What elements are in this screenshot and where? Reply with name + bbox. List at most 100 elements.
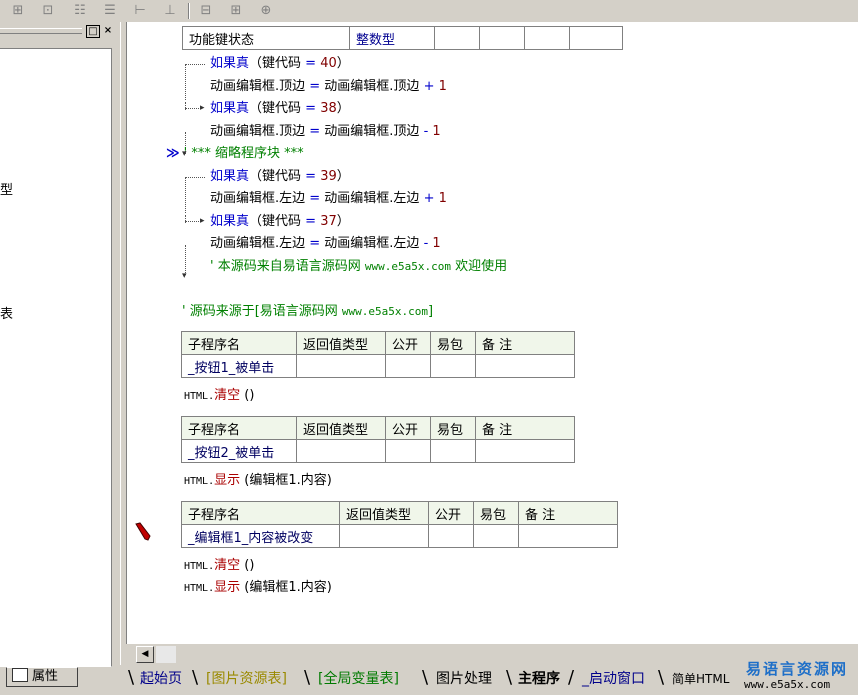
subroutine-table: 子程序名 返回值类型 公开 易包 备 注 _编辑框1_内容被改变 bbox=[181, 501, 618, 548]
package-cell[interactable] bbox=[473, 524, 519, 548]
properties-icon bbox=[12, 668, 28, 682]
tab-image-processing[interactable]: 图片处理 bbox=[436, 668, 492, 690]
code-line[interactable]: HTML.清空 () bbox=[184, 388, 254, 405]
flow-arrow-icon: ▸ bbox=[200, 216, 205, 226]
public-cell[interactable] bbox=[385, 439, 431, 463]
code-line[interactable]: 如果真（键代码 = 40） bbox=[210, 56, 350, 72]
arrow-left-icon: ◀ bbox=[141, 649, 149, 659]
flow-line bbox=[185, 177, 186, 213]
layout-toolbar: ⊞ ⊡ ☷ ☰ ⊢ ⊥ ⊟ ⊞ ⊕ bbox=[0, 0, 858, 23]
tab-start-page[interactable]: 起始页 bbox=[140, 668, 182, 690]
tab-startup-window[interactable]: _启动窗口 bbox=[582, 668, 645, 690]
flow-line bbox=[185, 64, 205, 65]
center-both-icon[interactable]: ⊕ bbox=[256, 2, 276, 20]
tab-separator: / bbox=[568, 667, 575, 688]
sub-name-cell[interactable]: _编辑框1_内容被改变 bbox=[181, 524, 340, 548]
code-line[interactable]: HTML.清空 () bbox=[184, 558, 254, 575]
scroll-left-button[interactable]: ◀ bbox=[136, 646, 154, 663]
restore-icon: □ bbox=[88, 26, 98, 37]
remark-cell[interactable] bbox=[518, 524, 618, 548]
header-public: 公开 bbox=[385, 331, 431, 355]
align-left-icon[interactable]: ⊞ bbox=[8, 2, 28, 20]
code-line[interactable]: HTML.显示 (编辑框1.内容) bbox=[184, 580, 332, 597]
scroll-track[interactable] bbox=[156, 646, 176, 663]
flow-line bbox=[185, 108, 201, 109]
close-icon: × bbox=[103, 25, 113, 36]
variable-cell[interactable] bbox=[434, 26, 480, 50]
collapsed-marker-icon[interactable]: ≫ bbox=[166, 146, 180, 161]
toolbar-separator bbox=[188, 3, 190, 19]
comment-line[interactable]: ' 本源码来自易语言源码网 www.e5a5x.com 欢迎使用 bbox=[210, 259, 507, 275]
code-line[interactable]: 如果真（键代码 = 38） bbox=[210, 101, 350, 117]
panel-tree[interactable]: 型 表 bbox=[0, 48, 112, 667]
code-line[interactable]: 如果真（键代码 = 37） bbox=[210, 214, 350, 230]
variable-table: 功能键状态 整数型 bbox=[182, 26, 623, 50]
tab-separator: \ bbox=[128, 667, 135, 688]
flow-line bbox=[185, 215, 186, 223]
code-line[interactable]: 如果真（键代码 = 39） bbox=[210, 169, 350, 185]
code-line[interactable]: 动画编辑框.顶边 = 动画编辑框.顶边 + 1 bbox=[210, 79, 447, 95]
code-line[interactable]: 动画编辑框.左边 = 动画编辑框.左边 - 1 bbox=[210, 236, 441, 252]
return-type-cell[interactable] bbox=[339, 524, 429, 548]
align-center-icon[interactable]: ☷ bbox=[70, 2, 90, 20]
panel-grip[interactable] bbox=[0, 28, 82, 34]
pencil-icon bbox=[135, 522, 151, 541]
header-package: 易包 bbox=[430, 331, 476, 355]
tab-main-program[interactable]: 主程序 bbox=[518, 668, 560, 690]
sub-name-cell[interactable]: _按钮2_被单击 bbox=[181, 439, 297, 463]
package-cell[interactable] bbox=[430, 439, 476, 463]
tab-separator: \ bbox=[422, 667, 429, 688]
tab-global-variables[interactable]: [全局变量表] bbox=[318, 668, 399, 690]
comment-line[interactable]: ' 源码来源于[易语言源码网 www.e5a5x.com] bbox=[182, 304, 433, 320]
header-remark: 备 注 bbox=[475, 416, 575, 440]
properties-tab[interactable]: 属性 bbox=[6, 667, 78, 687]
tab-image-resources[interactable]: [图片资源表] bbox=[206, 668, 287, 690]
flow-line bbox=[185, 221, 201, 222]
align-right-icon[interactable]: ☰ bbox=[100, 2, 120, 20]
equal-width-icon[interactable]: ⊢ bbox=[130, 2, 150, 20]
panel-close-button[interactable]: × bbox=[102, 25, 114, 36]
tree-item-fragment[interactable]: 表 bbox=[0, 303, 13, 322]
panel-restore-button[interactable]: □ bbox=[86, 25, 100, 38]
tree-item-fragment[interactable]: 型 bbox=[0, 179, 13, 198]
variable-type[interactable]: 整数型 bbox=[349, 26, 435, 50]
equal-height-icon[interactable]: ⊥ bbox=[160, 2, 180, 20]
code-line[interactable]: 动画编辑框.左边 = 动画编辑框.左边 + 1 bbox=[210, 191, 447, 207]
header-remark: 备 注 bbox=[518, 501, 618, 525]
align-top-icon[interactable]: ⊡ bbox=[38, 2, 58, 20]
tab-separator: \ bbox=[192, 667, 199, 688]
remark-cell[interactable] bbox=[475, 439, 575, 463]
header-return-type: 返回值类型 bbox=[296, 331, 386, 355]
header-sub-name: 子程序名 bbox=[181, 416, 297, 440]
sub-name-cell[interactable]: _按钮1_被单击 bbox=[181, 354, 297, 378]
public-cell[interactable] bbox=[385, 354, 431, 378]
header-return-type: 返回值类型 bbox=[296, 416, 386, 440]
collapsed-block-line[interactable]: ≫ ' *** 缩略程序块 *** bbox=[166, 146, 304, 162]
flow-arrow-icon: ▸ bbox=[200, 103, 205, 113]
header-public: 公开 bbox=[385, 416, 431, 440]
variable-cell[interactable] bbox=[569, 26, 623, 50]
center-h-icon[interactable]: ⊟ bbox=[196, 2, 216, 20]
variable-cell[interactable] bbox=[479, 26, 525, 50]
flow-line bbox=[185, 102, 186, 110]
remark-cell[interactable] bbox=[475, 354, 575, 378]
code-area[interactable]: 功能键状态 整数型 ▸ ▾ ▸ ▾ 如果真（键代码 = 40） 动画编辑框.顶边… bbox=[134, 22, 858, 644]
public-cell[interactable] bbox=[428, 524, 474, 548]
subroutine-table: 子程序名 返回值类型 公开 易包 备 注 _按钮2_被单击 bbox=[181, 416, 575, 463]
variable-cell[interactable] bbox=[524, 26, 570, 50]
code-line[interactable]: HTML.显示 (编辑框1.内容) bbox=[184, 473, 332, 490]
return-type-cell[interactable] bbox=[296, 439, 386, 463]
tab-separator: \ bbox=[304, 667, 311, 688]
watermark-title: 易语言资源网 bbox=[746, 660, 849, 678]
center-v-icon[interactable]: ⊞ bbox=[226, 2, 246, 20]
header-sub-name: 子程序名 bbox=[181, 501, 340, 525]
package-cell[interactable] bbox=[430, 354, 476, 378]
left-panel: □ × 型 表 bbox=[0, 22, 120, 667]
variable-name[interactable]: 功能键状态 bbox=[182, 26, 350, 50]
flow-arrow-icon: ▾ bbox=[182, 271, 187, 281]
return-type-cell[interactable] bbox=[296, 354, 386, 378]
properties-tab-label: 属性 bbox=[32, 669, 59, 684]
code-line[interactable]: 动画编辑框.顶边 = 动画编辑框.顶边 - 1 bbox=[210, 124, 441, 140]
watermark-url: www.e5a5x.com bbox=[744, 678, 831, 691]
tab-simple-html[interactable]: 简单HTML bbox=[672, 668, 729, 690]
